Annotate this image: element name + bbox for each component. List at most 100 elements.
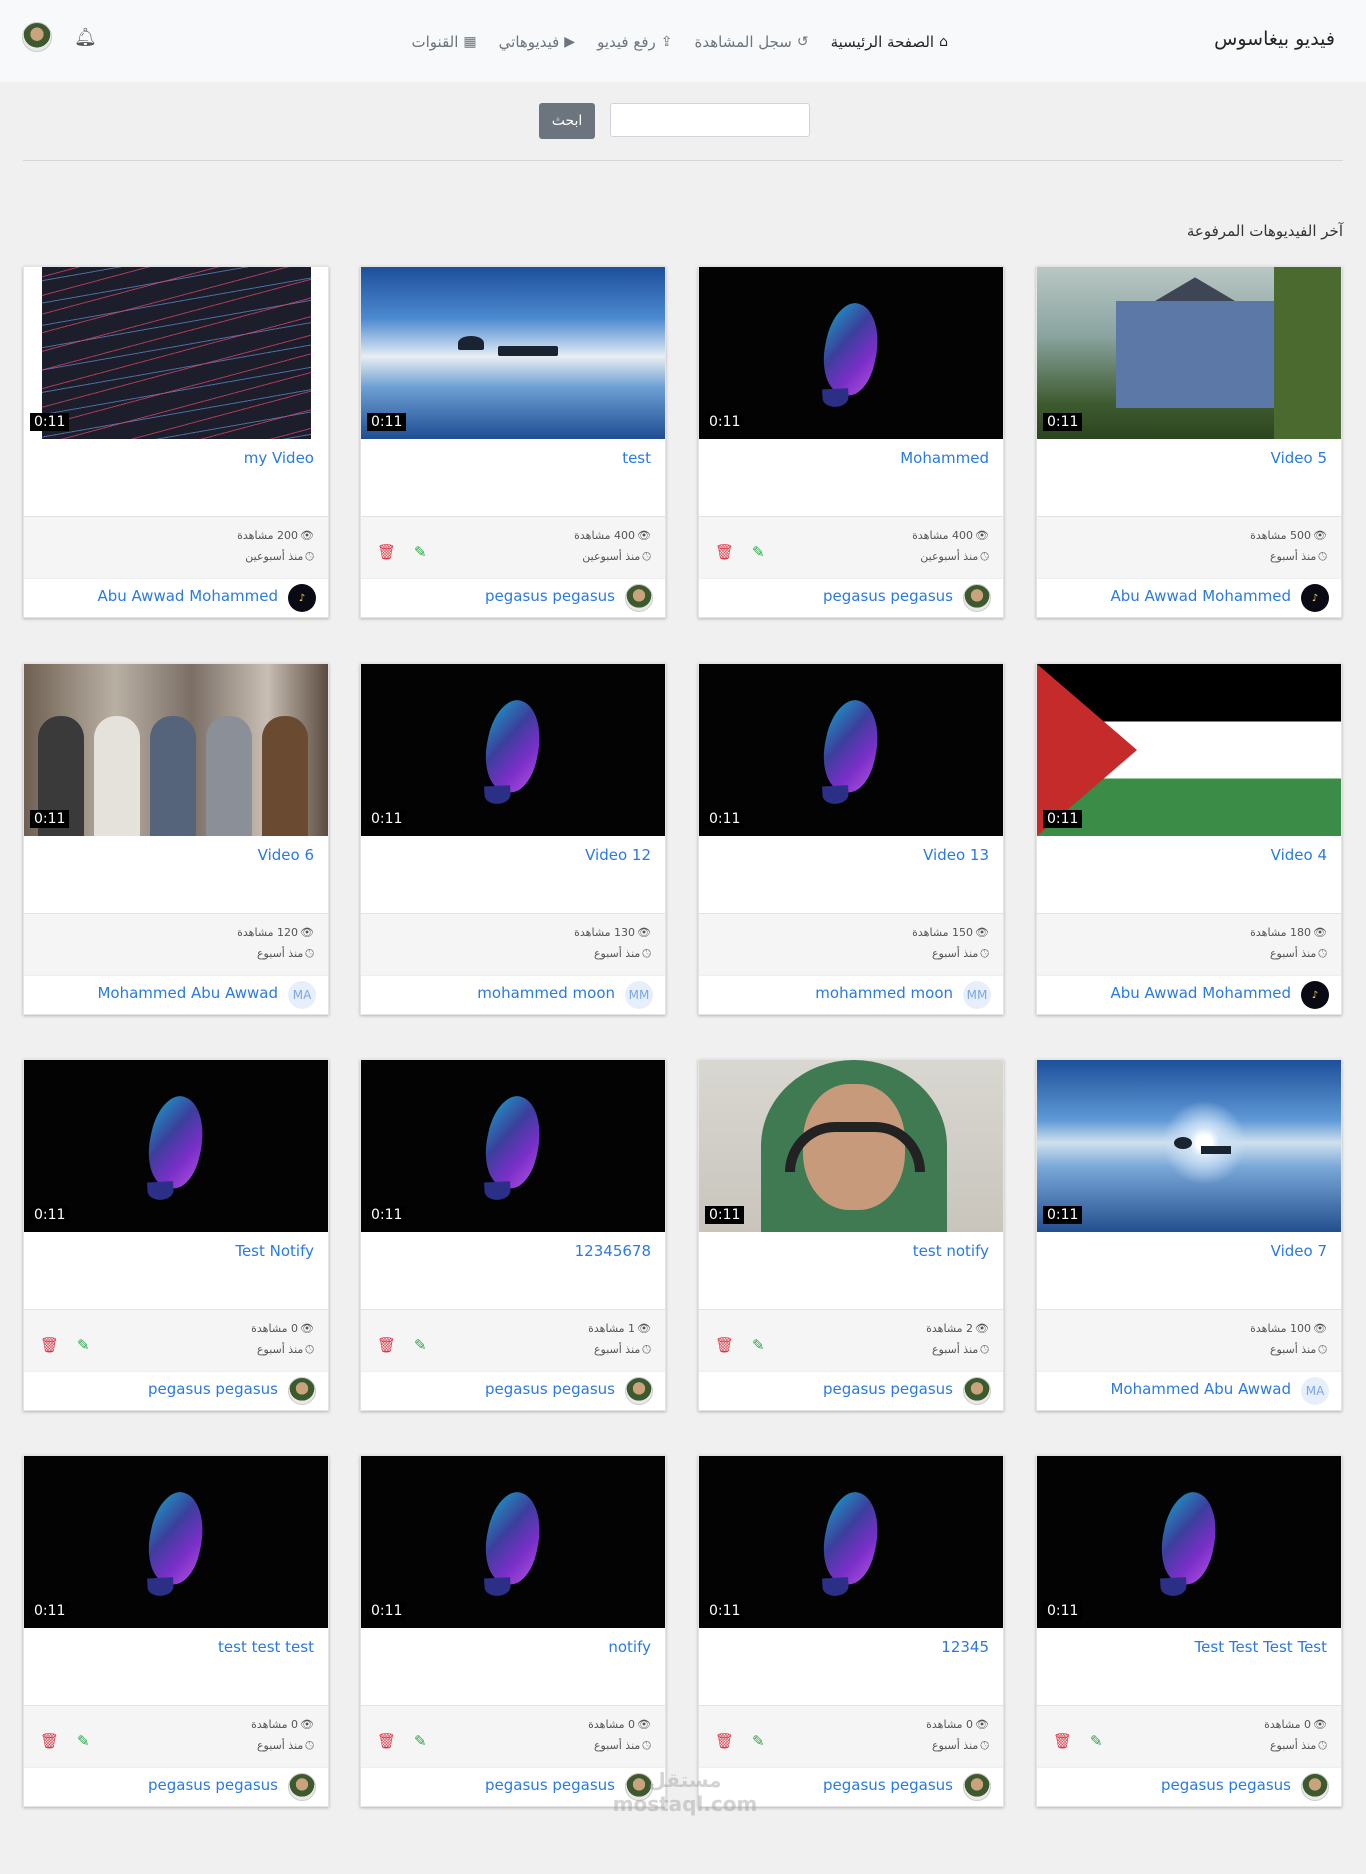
video-title[interactable]: test notify — [913, 1242, 989, 1260]
video-thumbnail[interactable]: 0:11 — [24, 664, 328, 836]
trash-icon[interactable]: 🗑︎ — [40, 1732, 59, 1750]
video-owner: MA Mohammed Abu Awwad — [1037, 1371, 1341, 1410]
trash-icon[interactable]: 🗑︎ — [377, 1732, 396, 1750]
trash-icon[interactable]: 🗑︎ — [715, 543, 734, 561]
video-card[interactable]: 0:11 Video 6 👁︎120 مشاهدة 🕓︎منذ أسبوع MA Moha… — [23, 663, 329, 1015]
owner-name-link[interactable]: Abu Awwad Mohammed — [1110, 984, 1291, 1002]
owner-name-link[interactable]: Abu Awwad Mohammed — [97, 587, 278, 605]
video-thumbnail[interactable]: 0:11 — [24, 1060, 328, 1232]
owner-name-link[interactable]: pegasus pegasus — [823, 1776, 953, 1794]
owner-avatar[interactable]: MM — [963, 981, 991, 1009]
video-title[interactable]: Video 5 — [1271, 449, 1327, 467]
video-thumbnail[interactable]: 0:11 — [24, 267, 328, 439]
edit-icon[interactable]: ✎ — [414, 543, 427, 561]
trash-icon[interactable]: 🗑︎ — [377, 543, 396, 561]
owner-name-link[interactable]: pegasus pegasus — [823, 587, 953, 605]
video-card[interactable]: 0:11 test 👁︎400 مشاهدة 🕓︎منذ أسبوعين 🗑︎ ✎ pega… — [360, 266, 666, 618]
video-thumbnail[interactable]: 0:11 — [24, 1456, 328, 1628]
owner-avatar[interactable] — [963, 1377, 991, 1405]
edit-icon[interactable]: ✎ — [77, 1336, 90, 1354]
edit-icon[interactable]: ✎ — [414, 1732, 427, 1750]
video-card[interactable]: 0:11 12345678 👁︎1 مشاهدة 🕓︎منذ أسبوع 🗑︎ ✎ pega… — [360, 1059, 666, 1411]
owner-name-link[interactable]: Abu Awwad Mohammed — [1110, 587, 1291, 605]
edit-icon[interactable]: ✎ — [77, 1732, 90, 1750]
video-thumbnail[interactable]: 0:11 — [699, 267, 1003, 439]
owner-name-link[interactable]: mohammed moon — [815, 984, 953, 1002]
video-card[interactable]: 0:11 test test test 👁︎0 مشاهدة 🕓︎منذ أسبوع 🗑… — [23, 1455, 329, 1807]
owner-name-link[interactable]: Mohammed Abu Awwad — [97, 984, 278, 1002]
video-card[interactable]: 0:11 12345 👁︎0 مشاهدة 🕓︎منذ أسبوع 🗑︎ ✎ pegasus… — [698, 1455, 1004, 1807]
video-card[interactable]: 0:11 Video 5 👁︎500 مشاهدة 🕓︎منذ أسبوع ♪ Abu A… — [1036, 266, 1342, 618]
video-thumbnail[interactable]: 0:11 — [1037, 664, 1341, 836]
video-title[interactable]: Test Notify — [235, 1242, 314, 1260]
edit-icon[interactable]: ✎ — [752, 543, 765, 561]
owner-avatar[interactable] — [1301, 1773, 1329, 1801]
video-thumbnail[interactable]: 0:11 — [699, 664, 1003, 836]
owner-name-link[interactable]: pegasus pegasus — [148, 1380, 278, 1398]
video-title[interactable]: 12345 — [941, 1638, 989, 1656]
owner-avatar[interactable]: ♪ — [1301, 584, 1329, 612]
owner-name-link[interactable]: mohammed moon — [477, 984, 615, 1002]
video-actions: 🗑︎ ✎ — [40, 1732, 90, 1750]
trash-icon[interactable]: 🗑︎ — [40, 1336, 59, 1354]
video-title[interactable]: notify — [608, 1638, 651, 1656]
owner-name-link[interactable]: pegasus pegasus — [485, 1776, 615, 1794]
video-card[interactable]: 0:11 Video 4 👁︎180 مشاهدة 🕓︎منذ أسبوع ♪ Abu A… — [1036, 663, 1342, 1015]
video-actions: 🗑︎ ✎ — [377, 1336, 427, 1354]
video-thumbnail[interactable]: 0:11 — [361, 267, 665, 439]
video-thumbnail[interactable]: 0:11 — [699, 1060, 1003, 1232]
video-title[interactable]: test — [622, 449, 651, 467]
owner-avatar[interactable]: MM — [625, 981, 653, 1009]
owner-avatar[interactable]: MA — [288, 981, 316, 1009]
video-title[interactable]: Mohammed — [900, 449, 989, 467]
video-thumbnail[interactable]: 0:11 — [699, 1456, 1003, 1628]
video-card[interactable]: 0:11 Video 7 👁︎100 مشاهدة 🕓︎منذ أسبوع MA Moha… — [1036, 1059, 1342, 1411]
video-thumbnail[interactable]: 0:11 — [361, 1060, 665, 1232]
video-thumbnail[interactable]: 0:11 — [1037, 1456, 1341, 1628]
owner-name-link[interactable]: pegasus pegasus — [823, 1380, 953, 1398]
video-title[interactable]: Video 4 — [1271, 846, 1327, 864]
video-title[interactable]: Video 7 — [1271, 1242, 1327, 1260]
trash-icon[interactable]: 🗑︎ — [715, 1336, 734, 1354]
video-card[interactable]: 0:11 test notify 👁︎2 مشاهدة 🕓︎منذ أسبوع 🗑︎ ✎ p… — [698, 1059, 1004, 1411]
video-title[interactable]: Video 12 — [585, 846, 651, 864]
video-card[interactable]: 0:11 notify 👁︎0 مشاهدة 🕓︎منذ أسبوع 🗑︎ ✎ pegasu… — [360, 1455, 666, 1807]
owner-name-link[interactable]: Mohammed Abu Awwad — [1110, 1380, 1291, 1398]
video-title[interactable]: my Video — [244, 449, 314, 467]
trash-icon[interactable]: 🗑︎ — [1053, 1732, 1072, 1750]
video-card[interactable]: 0:11 my Video 👁︎200 مشاهدة 🕓︎منذ أسبوعين ♪ Ab… — [23, 266, 329, 618]
video-thumbnail[interactable]: 0:11 — [361, 1456, 665, 1628]
video-card[interactable]: 0:11 Mohammed 👁︎400 مشاهدة 🕓︎منذ أسبوعين 🗑︎ ✎… — [698, 266, 1004, 618]
trash-icon[interactable]: 🗑︎ — [715, 1732, 734, 1750]
owner-avatar[interactable] — [288, 1377, 316, 1405]
owner-avatar[interactable] — [625, 1377, 653, 1405]
video-card[interactable]: 0:11 Video 13 👁︎150 مشاهدة 🕓︎منذ أسبوع MM moh… — [698, 663, 1004, 1015]
video-title[interactable]: test test test — [218, 1638, 314, 1656]
video-thumbnail[interactable]: 0:11 — [1037, 1060, 1341, 1232]
edit-icon[interactable]: ✎ — [752, 1732, 765, 1750]
owner-name-link[interactable]: pegasus pegasus — [148, 1776, 278, 1794]
owner-name-link[interactable]: pegasus pegasus — [485, 1380, 615, 1398]
owner-avatar[interactable] — [625, 584, 653, 612]
owner-name-link[interactable]: pegasus pegasus — [485, 587, 615, 605]
owner-avatar[interactable]: ♪ — [288, 584, 316, 612]
video-thumbnail[interactable]: 0:11 — [1037, 267, 1341, 439]
edit-icon[interactable]: ✎ — [752, 1336, 765, 1354]
video-title[interactable]: Video 13 — [923, 846, 989, 864]
owner-avatar[interactable]: MA — [1301, 1377, 1329, 1405]
video-card[interactable]: 0:11 Video 12 👁︎130 مشاهدة 🕓︎منذ أسبوع MM moh… — [360, 663, 666, 1015]
video-card[interactable]: 0:11 Test Notify 👁︎0 مشاهدة 🕓︎منذ أسبوع 🗑︎ ✎ p… — [23, 1059, 329, 1411]
owner-avatar[interactable] — [963, 1773, 991, 1801]
video-title[interactable]: Test Test Test Test — [1195, 1638, 1327, 1656]
video-title[interactable]: 12345678 — [575, 1242, 651, 1260]
video-card[interactable]: 0:11 Test Test Test Test 👁︎0 مشاهدة 🕓︎منذ أ… — [1036, 1455, 1342, 1807]
video-thumbnail[interactable]: 0:11 — [361, 664, 665, 836]
video-title[interactable]: Video 6 — [258, 846, 314, 864]
owner-avatar[interactable] — [288, 1773, 316, 1801]
owner-name-link[interactable]: pegasus pegasus — [1161, 1776, 1291, 1794]
edit-icon[interactable]: ✎ — [414, 1336, 427, 1354]
edit-icon[interactable]: ✎ — [1090, 1732, 1103, 1750]
owner-avatar[interactable]: ♪ — [1301, 981, 1329, 1009]
owner-avatar[interactable] — [963, 584, 991, 612]
trash-icon[interactable]: 🗑︎ — [377, 1336, 396, 1354]
